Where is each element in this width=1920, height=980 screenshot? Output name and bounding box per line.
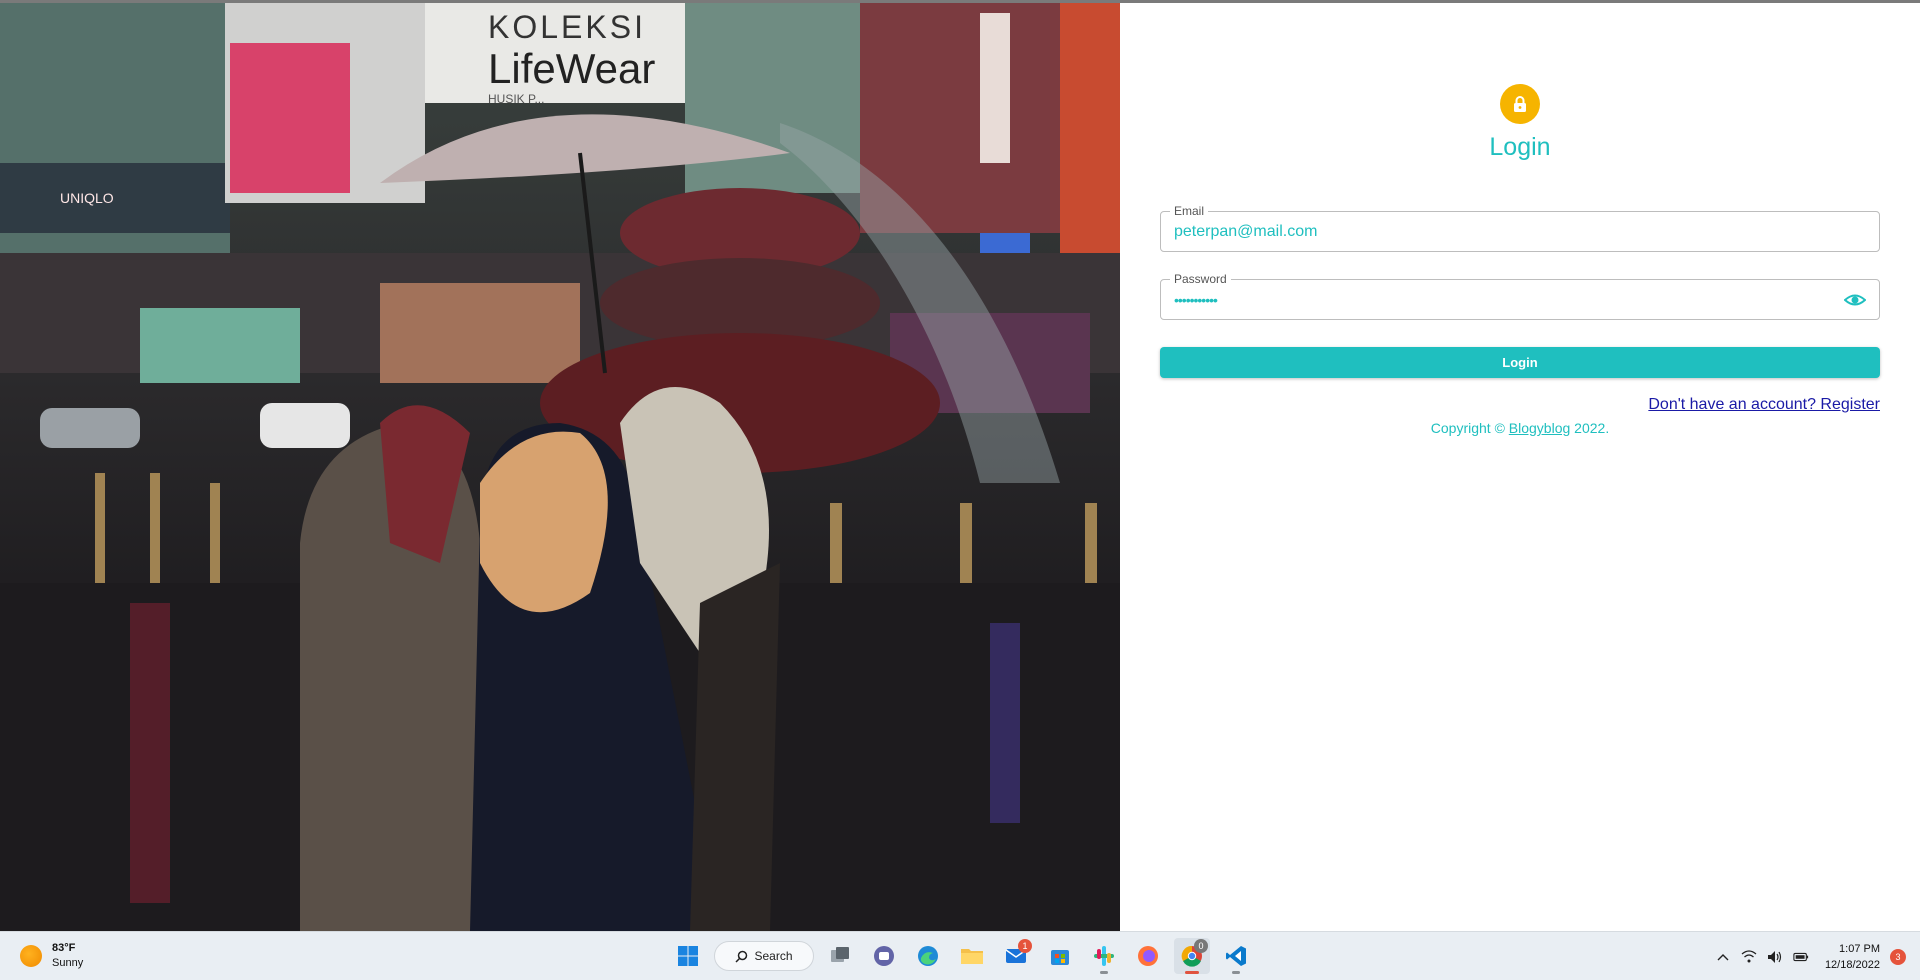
password-label: Password [1170,272,1231,286]
task-view-icon[interactable] [822,938,858,974]
firefox-icon[interactable] [1130,938,1166,974]
page-title: Login [1489,133,1551,161]
mail-badge: 1 [1018,939,1032,953]
copyright-brand-link[interactable]: Blogyblog [1509,420,1571,436]
vscode-running-indicator [1232,971,1240,974]
battery-icon[interactable] [1793,949,1809,965]
clock-date: 12/18/2022 [1824,958,1880,971]
vscode-icon[interactable] [1218,938,1254,974]
hero-photo: KOLEKSI LifeWear HUSIK P... UNIQLO [0,3,1120,931]
volume-icon[interactable] [1767,949,1783,965]
show-password-eye-icon[interactable] [1843,290,1867,310]
notification-badge[interactable]: 3 [1890,948,1906,965]
password-field[interactable]: Password ••••••••••• [1160,272,1880,320]
taskbar-apps: Search 1 0 [670,938,1254,974]
edge-icon[interactable] [910,938,946,974]
clock-time: 1:07 PM [1839,942,1880,955]
login-button[interactable]: Login [1160,347,1880,378]
weather-widget[interactable]: 83°F Sunny [20,941,83,971]
login-panel: Login Email peterpan@mail.com Password •… [1120,3,1920,931]
copyright-suffix: 2022. [1570,420,1610,436]
lock-avatar [1500,84,1540,124]
chrome-running-indicator [1185,971,1199,974]
weather-temp: 83°F [52,942,76,954]
email-field[interactable]: Email peterpan@mail.com [1160,204,1880,252]
slack-icon[interactable] [1086,938,1122,974]
photo-sign-koleksi: KOLEKSI [488,9,646,45]
clock[interactable]: 1:07 PM 12/18/2022 [1825,941,1880,973]
mail-icon[interactable]: 1 [998,938,1034,974]
email-label: Email [1170,204,1209,218]
photo-sign-small: HUSIK P... [488,92,544,106]
weather-desc: Sunny [52,957,84,969]
sun-icon [20,945,42,967]
wifi-icon[interactable] [1741,949,1757,965]
teams-icon[interactable] [866,938,902,974]
chevron-up-icon[interactable] [1715,949,1731,965]
file-explorer-icon[interactable] [954,938,990,974]
slack-running-indicator [1100,971,1108,974]
hero-photo-illustration: KOLEKSI LifeWear HUSIK P... UNIQLO [0,3,1120,931]
password-input[interactable]: ••••••••••• [1174,292,1218,308]
copyright-text: Copyright © Blogyblog 2022. [1120,420,1920,436]
taskbar-search-label: Search [754,949,793,963]
taskbar-search-button[interactable]: Search [714,941,814,971]
photo-sign-lifewear: LifeWear [488,45,655,92]
email-input[interactable]: peterpan@mail.com [1174,223,1317,241]
search-icon [735,950,748,963]
chrome-icon[interactable]: 0 [1174,938,1210,974]
taskbar: 83°F Sunny Search 1 0 1:07 PM 12/18/2022… [0,931,1920,980]
store-icon[interactable] [1042,938,1078,974]
copyright-prefix: Copyright © [1430,420,1509,436]
windows-start-icon[interactable] [670,938,706,974]
lock-icon [1514,96,1526,112]
chrome-badge: 0 [1194,939,1208,953]
photo-store-sign: UNIQLO [60,190,114,206]
register-link[interactable]: Don't have an account? Register [1648,396,1880,414]
system-tray: 1:07 PM 12/18/2022 3 [1715,932,1906,980]
